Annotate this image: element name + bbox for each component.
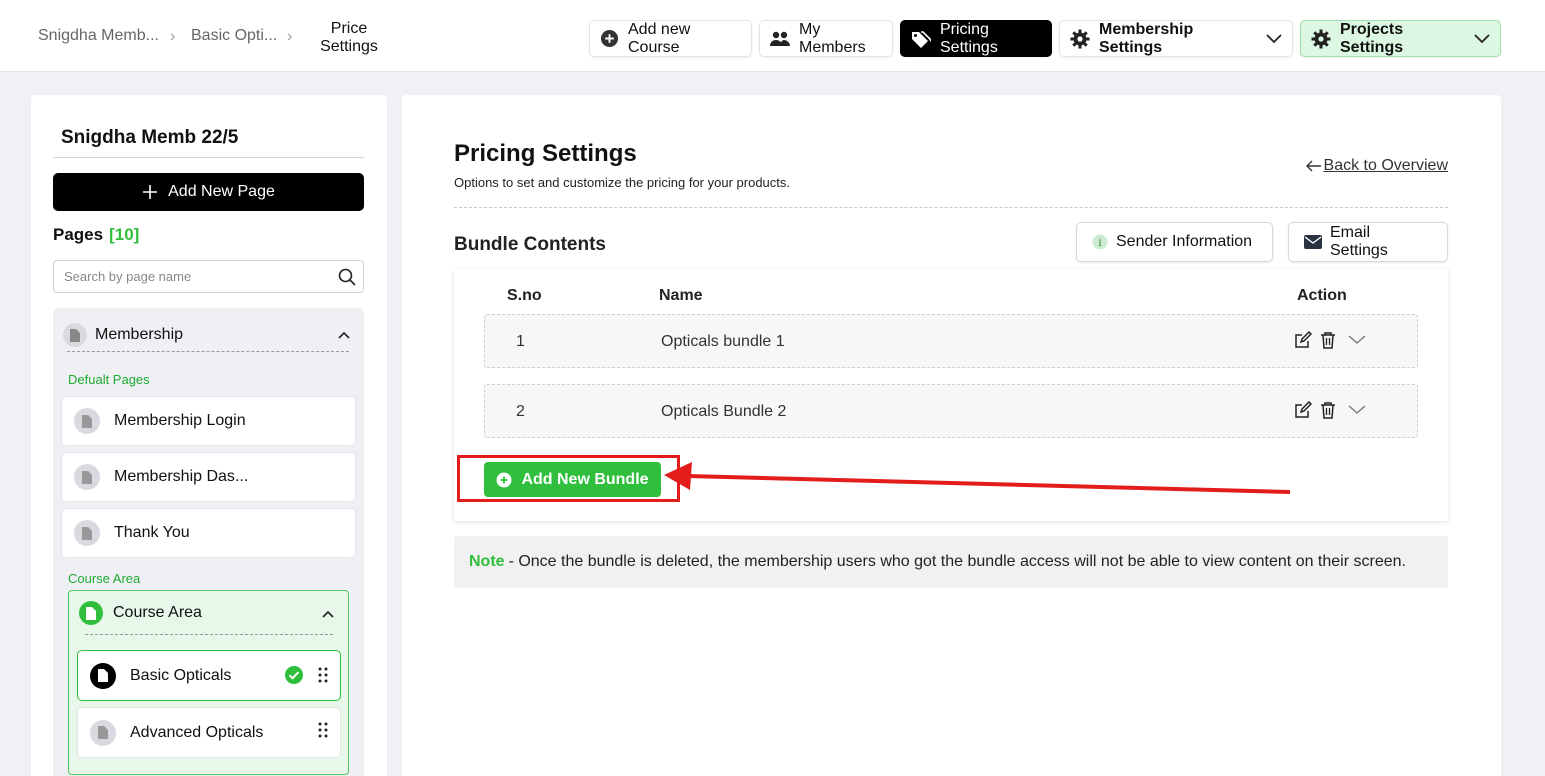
annotation-arrow <box>664 462 1291 494</box>
